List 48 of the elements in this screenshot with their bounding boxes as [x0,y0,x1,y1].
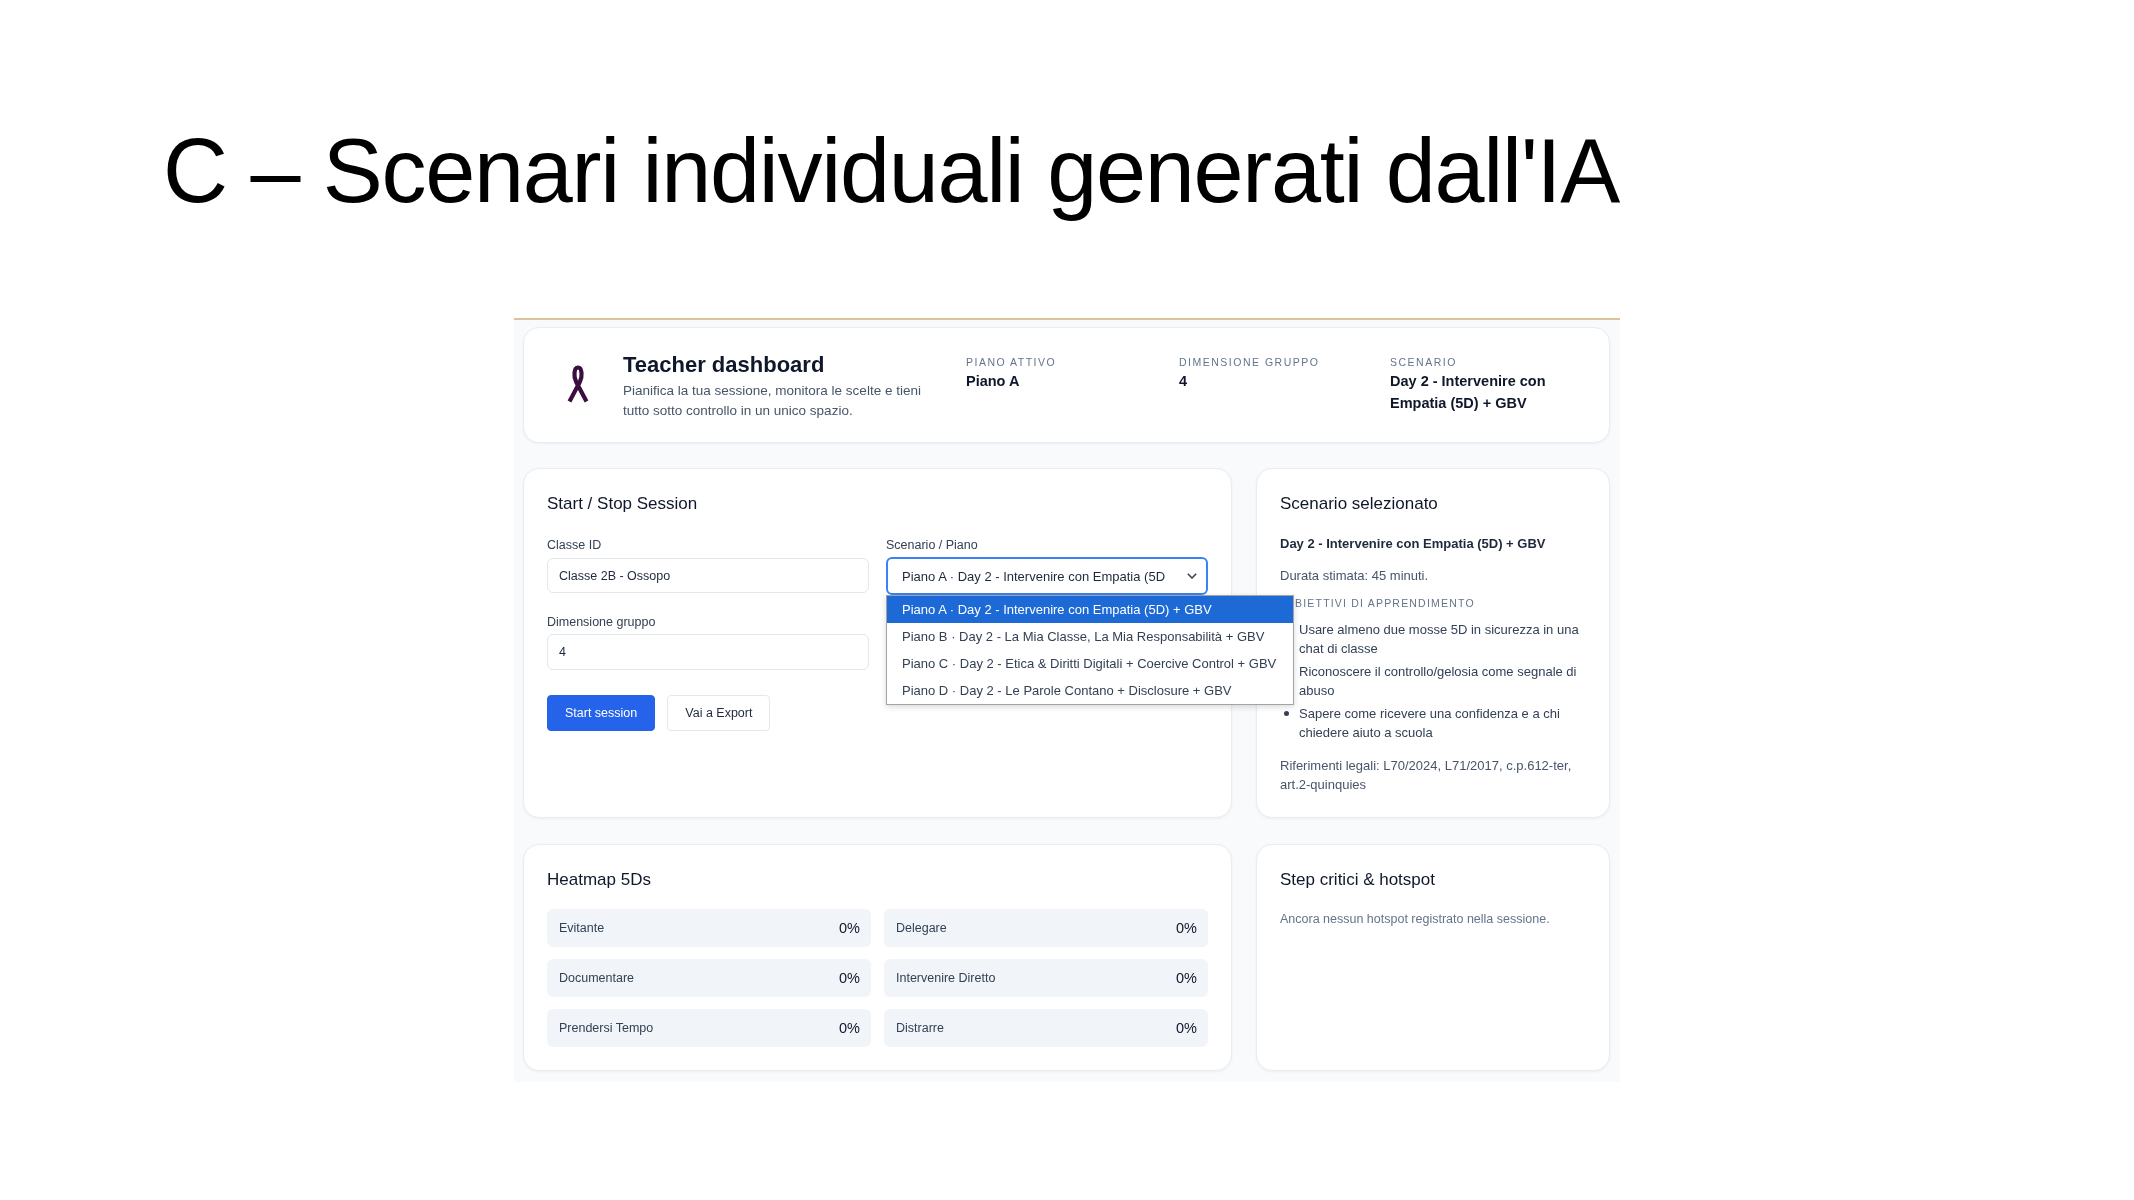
legal-references: Riferimenti legali: L70/2024, L71/2017, c.p.612-ter, art.2-quinquies [1280,757,1573,794]
heatmap-value: 0% [1176,970,1197,986]
heatmap-value: 0% [839,920,860,936]
empty-message: Ancora nessun hotspot registrato nella sessione. [1280,911,1550,928]
field-label: Scenario / Piano [886,537,978,553]
heatmap-value: 0% [1176,920,1197,936]
heatmap-label: Delegare [896,921,947,935]
objective-text: Riconoscere il controllo/gelosia come segnale di abuso [1299,663,1578,700]
export-button[interactable]: Vai a Export [667,695,771,731]
panel-title: Scenario selezionato [1280,493,1438,515]
panel-title: Start / Stop Session [547,493,698,515]
field-label: Classe ID [547,537,602,553]
stat-label: SCENARIO [1390,355,1457,369]
heatmap-label: Prendersi Tempo [559,1021,654,1035]
panel-title: Heatmap 5Ds [547,869,651,891]
heatmap-label: Documentare [559,971,635,985]
field-label: Dimensione gruppo [547,614,656,630]
start-button[interactable]: Start session [547,695,656,731]
ribbon-icon [565,365,591,403]
class-input[interactable]: Classe 2B - Ossopo [547,558,869,593]
stat-value: Day 2 - Intervenire con Empatia (5D) + GBV [1390,372,1547,413]
dropdown-option[interactable]: Piano C · Day 2 - Etica & Diritti Digitali + Coercive Control + GBV [887,650,1293,677]
scenario-name: Day 2 - Intervenire con Empatia (5D) + GBV [1280,535,1546,553]
panel-title: Step critici & hotspot [1280,869,1435,891]
objectives-heading: BIETTIVI DI APPRENDIMENTO [1295,596,1475,610]
group-size-input[interactable]: 4 [547,634,869,670]
caret-icon [1187,573,1197,579]
duration-text: Durata stimata: 45 minuti. [1280,567,1429,585]
slide-title: C – Scenari individuali generati dall'IA [163,120,1620,223]
scenario-select[interactable]: Piano A · Day 2 - Intervenire con Empatia (5D [886,557,1208,595]
heatmap-label: Evitante [559,921,605,935]
stat-value: 4 [1179,372,1188,391]
heatmap-value: 0% [839,1020,860,1036]
heatmap-value: 0% [1176,1020,1197,1036]
dashboard-subtitle: Pianifica la tua sessione, monitora le scelte e tieni tutto sotto controllo in un unico spazio. [623,382,922,420]
dropdown-option[interactable]: Piano A · Day 2 - Intervenire con Empatia (5D) + GBV [887,596,1293,623]
dashboard-title: Teacher dashboard [623,353,825,377]
heatmap-label: Intervenire Diretto [896,971,996,985]
heatmap-value: 0% [839,970,860,986]
heatmap-label: Distrarre [896,1021,944,1035]
dropdown-option[interactable]: Piano B · Day 2 - La Mia Classe, La Mia Responsabilità + GBV [887,623,1293,650]
stat-label: DIMENSIONE GRUPPO [1179,355,1320,369]
bullet-icon [1284,711,1289,716]
objective-text: Usare almeno due mosse 5D in sicurezza in una chat di classe [1299,621,1580,658]
dropdown-option[interactable]: Piano D · Day 2 - Le Parole Contano + Disclosure + GBV [887,677,1293,704]
stat-value: Piano A [966,372,1020,391]
objective-text: Sapere come ricevere una confidenza e a chi chiedere aiuto a scuola [1299,705,1561,742]
stat-label: PIANO ATTIVO [966,355,1057,369]
